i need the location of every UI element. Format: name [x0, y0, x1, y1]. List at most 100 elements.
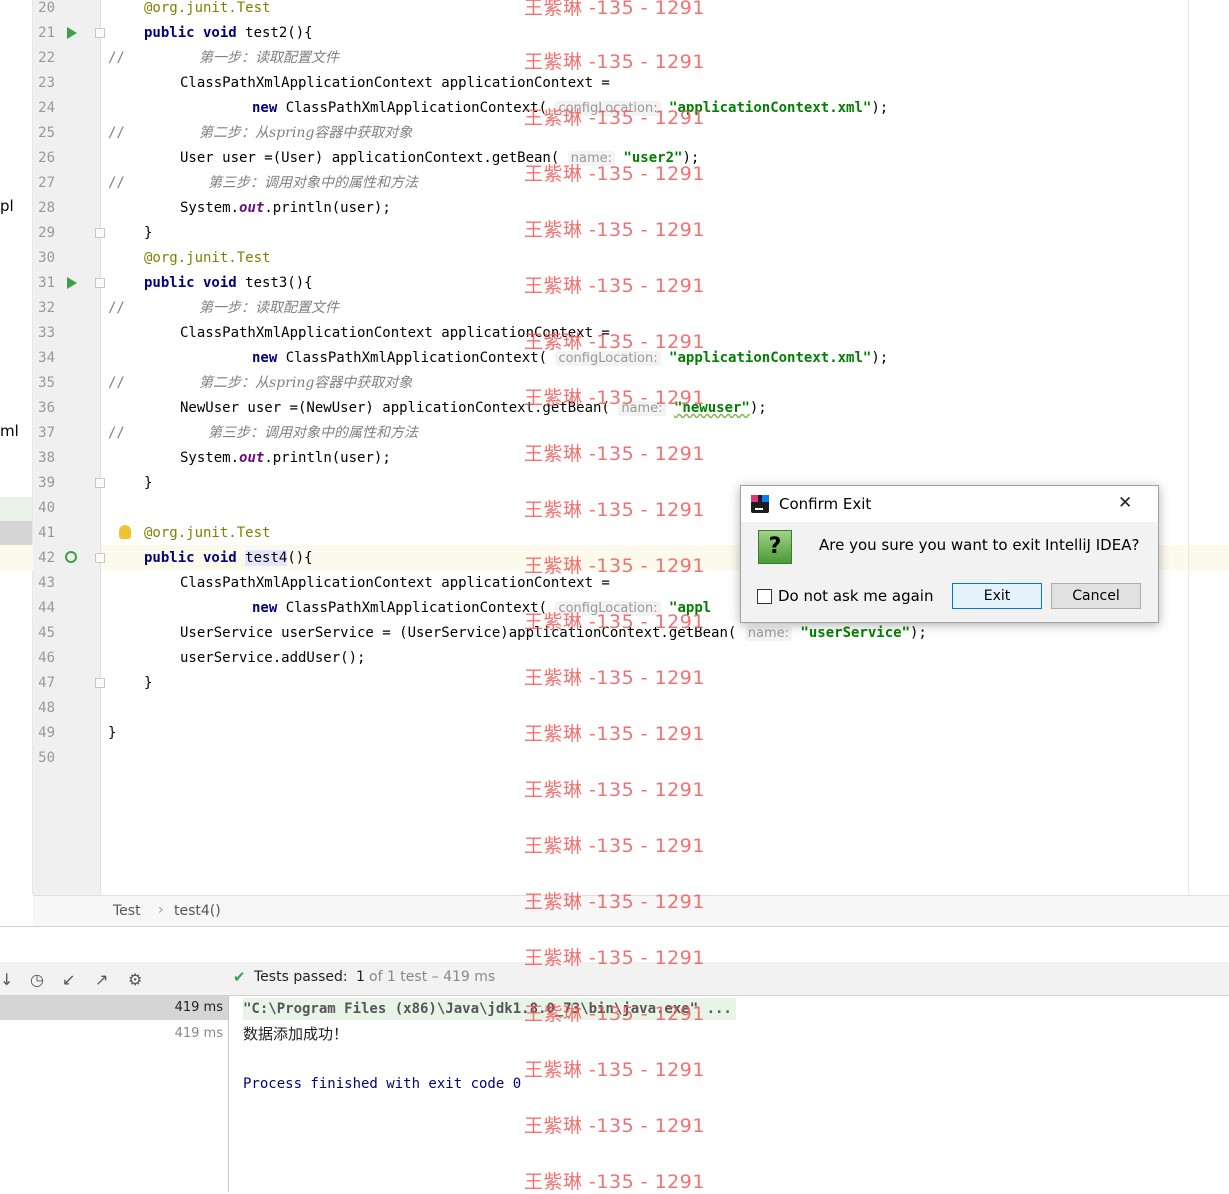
- code-line-21: public void test2(){: [144, 21, 313, 46]
- gear-icon[interactable]: ⚙: [128, 970, 142, 989]
- line-number: 24: [38, 100, 55, 116]
- comment-text: 第二步：从spring容器中获取对象: [199, 125, 413, 141]
- code-line-29: }: [144, 225, 153, 241]
- keyword: new: [252, 100, 278, 116]
- code-text: test3(){: [236, 275, 313, 291]
- do-not-ask-checkbox[interactable]: [757, 589, 772, 604]
- watermark: 王紫琳 -135 - 1291: [524, 891, 705, 913]
- code-text: );: [749, 400, 767, 416]
- comment-marker: //: [108, 375, 125, 391]
- annotation: @org.junit.: [144, 250, 237, 266]
- exit-button[interactable]: Exit: [952, 583, 1042, 609]
- line-number: 44: [38, 600, 55, 616]
- code-line-23: ClassPathXmlApplicationContext applicati…: [180, 75, 610, 91]
- watermark: 王紫琳 -135 - 1291: [524, 219, 705, 241]
- keyword: public void: [144, 25, 237, 41]
- test-status-detail: of 1 test – 419 ms: [369, 969, 496, 985]
- line-number: 28: [38, 200, 55, 216]
- watermark: 王紫琳 -135 - 1291: [524, 1171, 705, 1193]
- line-number: 20: [38, 0, 55, 16]
- watermark: 王紫琳 -135 - 1291: [524, 667, 705, 689]
- code-text: );: [871, 350, 889, 366]
- console-exit-line: Process finished with exit code 0: [243, 1076, 522, 1092]
- line-number: 34: [38, 350, 55, 366]
- string-literal: "userService": [800, 625, 910, 641]
- watermark: 王紫琳 -135 - 1291: [524, 723, 705, 745]
- dialog-message: Are you sure you want to exit IntelliJ I…: [819, 536, 1140, 554]
- watermark: 王紫琳 -135 - 1291: [524, 107, 705, 129]
- line-number: 43: [38, 575, 55, 591]
- project-item-fragment[interactable]: pl: [0, 197, 14, 215]
- static-field: out: [239, 200, 265, 216]
- line-number: 37: [38, 425, 55, 441]
- code-line-35-comment: 第二步：从spring容器中获取对象: [199, 371, 412, 396]
- run-test-icon[interactable]: [67, 277, 77, 289]
- code-line-22: //: [108, 46, 125, 71]
- line-number: 31: [38, 275, 55, 291]
- annotation: @org.junit.: [144, 0, 237, 16]
- line-number: 49: [38, 725, 55, 741]
- code-line-28: System.out.println(user);: [180, 196, 391, 221]
- console-output-line: 数据添加成功！: [243, 1025, 349, 1043]
- breadcrumb-method[interactable]: test4(): [174, 903, 221, 919]
- line-number: 45: [38, 625, 55, 641]
- test-duration: 419 ms: [174, 1026, 223, 1041]
- param-hint: name:: [744, 626, 792, 641]
- comment-marker: //: [108, 125, 125, 141]
- code-line-39: }: [144, 475, 153, 491]
- watermark: 王紫琳 -135 - 1291: [524, 499, 705, 521]
- watermark: 王紫琳 -135 - 1291: [524, 275, 705, 297]
- import-icon[interactable]: ↙: [62, 970, 75, 989]
- code-line-31: public void test3(){: [144, 271, 313, 296]
- watermark: 王紫琳 -135 - 1291: [524, 1003, 705, 1025]
- comment-marker: //: [108, 175, 125, 191]
- console-output[interactable]: "C:\Program Files (x86)\Java\jdk1.8.0_73…: [229, 996, 1229, 1192]
- code-text: ClassPathXmlApplicationContext(: [277, 600, 548, 616]
- history-icon[interactable]: ◷: [30, 970, 44, 989]
- line-number: 33: [38, 325, 55, 341]
- run-test-icon[interactable]: [67, 27, 77, 39]
- code-line-37-comment: 第三步：调用对象中的属性和方法: [208, 421, 418, 446]
- comment-text: 第一步：读取配置文件: [199, 50, 339, 66]
- do-not-ask-label[interactable]: Do not ask me again: [778, 587, 933, 605]
- code-line-49: }: [108, 725, 117, 741]
- project-row-selected[interactable]: [0, 521, 32, 545]
- project-item-fragment[interactable]: ml: [0, 422, 19, 440]
- comment-text: 第三步：调用对象中的属性和方法: [208, 425, 418, 441]
- code-text: test2(){: [236, 25, 313, 41]
- line-number: 46: [38, 650, 55, 666]
- test-tree-row[interactable]: 419 ms: [0, 1022, 228, 1046]
- code-line-42: public void test4(){: [144, 546, 313, 571]
- code-text: User user =(User) applicationContext.get…: [180, 150, 560, 166]
- code-text: );: [910, 625, 927, 641]
- watermark: 王紫琳 -135 - 1291: [524, 163, 705, 185]
- line-number: 23: [38, 75, 55, 91]
- test-tree-row-selected[interactable]: 419 ms: [0, 996, 228, 1020]
- line-number: 25: [38, 125, 55, 141]
- test-duration: 419 ms: [174, 1000, 223, 1015]
- watermark: 王紫琳 -135 - 1291: [524, 51, 705, 73]
- watermark: 王紫琳 -135 - 1291: [524, 555, 705, 577]
- code-text: ClassPathXmlApplicationContext(: [277, 100, 548, 116]
- project-row-highlight: [0, 497, 32, 521]
- code-line-27: //: [108, 171, 125, 196]
- dialog-title-bar[interactable]: Confirm Exit ✕: [741, 486, 1158, 522]
- code-text: System.: [180, 200, 240, 216]
- code-line-25: //: [108, 121, 125, 146]
- cancel-button[interactable]: Cancel: [1051, 583, 1141, 609]
- code-line-25-comment: 第二步：从spring容器中获取对象: [199, 121, 412, 146]
- code-text: ClassPathXmlApplicationContext(: [277, 350, 548, 366]
- keyword: public void: [144, 275, 237, 291]
- export-icon[interactable]: ↗: [95, 970, 108, 989]
- rerun-test-icon[interactable]: [65, 551, 77, 563]
- close-icon[interactable]: ✕: [1118, 493, 1132, 513]
- arrow-down-icon[interactable]: ↓: [0, 970, 13, 989]
- breadcrumb-class[interactable]: Test: [113, 903, 141, 919]
- confirm-exit-dialog: Confirm Exit ✕ ? Are you sure you want t…: [740, 485, 1159, 623]
- watermark: 王紫琳 -135 - 1291: [524, 611, 705, 633]
- line-number: 21: [38, 25, 55, 41]
- code-line-32: //: [108, 296, 125, 321]
- line-number: 27: [38, 175, 55, 191]
- dialog-title: Confirm Exit: [779, 495, 872, 513]
- watermark: 王紫琳 -135 - 1291: [524, 947, 705, 969]
